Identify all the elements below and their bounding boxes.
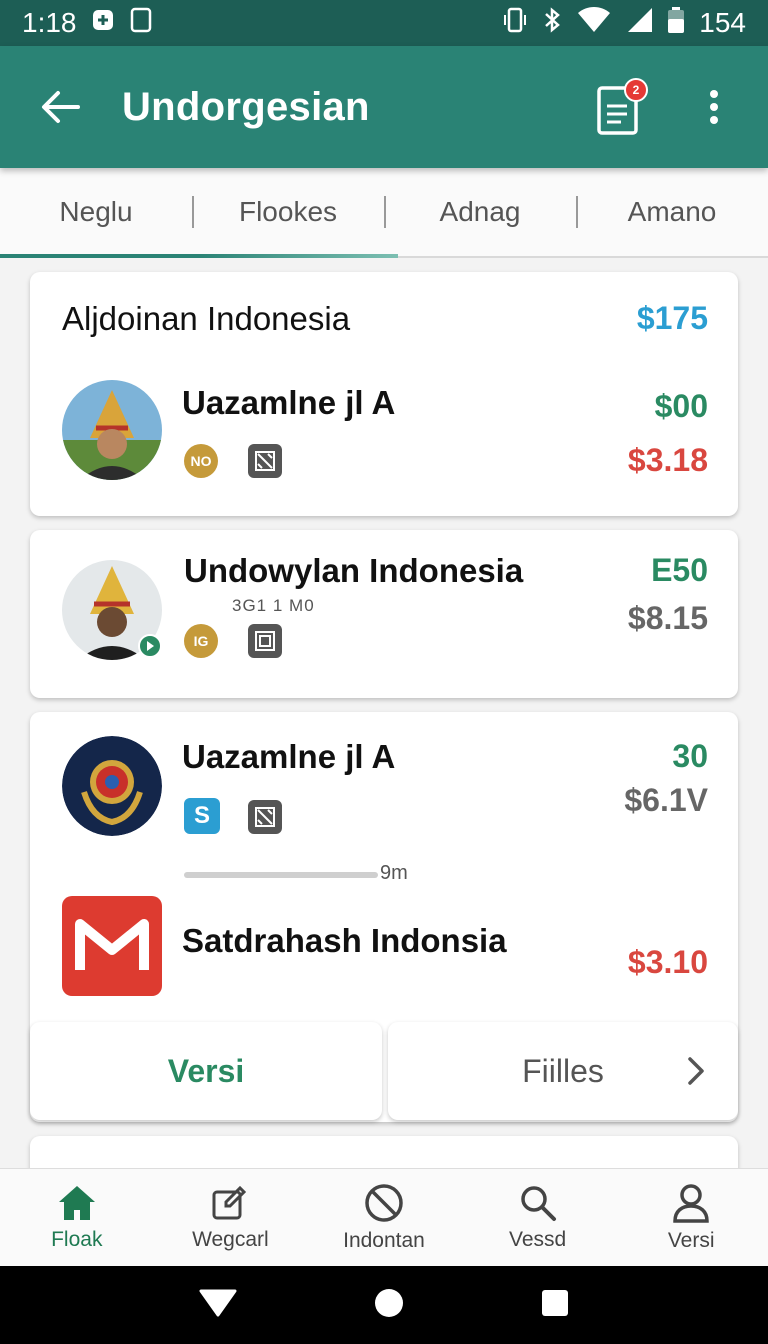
vibrate-icon [503,7,527,40]
notification-icon [91,7,115,39]
nav-vessd[interactable]: Vessd [461,1169,615,1266]
more-vert-icon [710,90,718,124]
tab-indicator [0,254,398,258]
arrow-left-icon [42,91,80,123]
edit-box-icon [212,1185,247,1219]
nav-label: Indontan [343,1228,425,1252]
tab-neglu[interactable]: Neglu [0,168,192,256]
files-button[interactable]: Fiilles [388,1022,738,1120]
broken-image-icon [248,800,282,834]
app-bar: Undorgesian 2 [0,46,768,168]
home-circle-button[interactable] [374,1288,404,1323]
item-price: 30 [672,738,708,774]
nav-label: Floak [51,1227,103,1251]
item-price: E50 [651,552,708,588]
item-name: Uazamlne jl A [182,384,396,421]
card-title: Aljdoinan Indonesia [62,300,351,337]
triangle-back-icon [199,1289,237,1316]
tab-flookes[interactable]: Flookes [192,168,384,256]
listing-card[interactable]: Undowylan Indonesia 3G1 1 M0 IG E50 $8.1… [30,530,738,698]
tab-amano[interactable]: Amano [576,168,768,256]
bluetooth-icon [541,6,563,41]
badge-chip: NO [184,444,218,478]
progress-bar [184,872,378,878]
notification-badge: 2 [624,78,648,102]
bottom-navigation: Floak Wegcarl Indontan Vessd Versi [0,1168,768,1266]
search-icon [520,1185,556,1221]
battery-level: 154 [699,7,746,38]
play-status-icon [138,634,162,658]
card-title-price: $175 [636,300,708,336]
item-price: $00 [654,388,708,424]
emblem-avatar[interactable] [62,736,162,836]
avatar[interactable] [62,380,162,480]
listing-card[interactable]: Aljdoinan Indonesia $175 Uazamlne jl A N… [30,272,738,516]
status-time: 1:18 [22,7,77,38]
block-icon [365,1183,403,1222]
nav-versi[interactable]: Versi [614,1169,768,1266]
system-navigation [0,1266,768,1344]
signal-icon [625,7,653,40]
document-button[interactable]: 2 [592,76,648,136]
item-name: Uazamlne jl A [182,738,396,775]
nav-floak[interactable]: Floak [0,1169,154,1266]
nav-indontan[interactable]: Indontan [307,1169,461,1266]
screenshot-icon [129,7,153,40]
square-recents-icon [542,1289,569,1316]
item-price: $3.10 [627,944,708,980]
broken-image-icon [248,444,282,478]
nav-label: Vessd [508,1227,567,1251]
badge-chip: IG [184,624,218,658]
recents-square-button[interactable] [541,1289,569,1322]
page-title: Undorgesian [122,84,370,129]
tab-bar: Neglu Flookes Adnag Amano [0,168,768,258]
item-subtitle: 3G1 1 M0 [232,596,315,615]
wifi-icon [577,6,611,40]
tab-adnag[interactable]: Adnag [384,168,576,256]
more-options-button[interactable] [694,82,734,132]
files-button-label: Fiilles [522,1052,604,1089]
person-icon [673,1183,709,1223]
home-icon [58,1185,95,1220]
nav-wegcarl[interactable]: Wegcarl [154,1169,308,1266]
battery-icon [667,6,685,41]
item-price-secondary: $3.18 [627,442,708,478]
item-name: Undowylan Indonesia [184,552,524,589]
item-name: Satdrahash Indonsia [182,922,507,959]
frame-icon [248,624,282,658]
chevron-right-icon [688,1057,704,1085]
circle-home-icon [374,1288,403,1317]
back-button[interactable] [30,77,90,137]
item-price-secondary: $8.15 [627,600,708,636]
nav-label: Versi [667,1228,715,1252]
s-app-icon: S [184,798,220,834]
versi-button[interactable]: Versi [30,1022,382,1120]
nav-label: Wegcarl [192,1227,269,1251]
back-triangle-button[interactable] [199,1288,237,1323]
progress-label: 9m [380,862,408,884]
mail-app-icon[interactable] [62,896,162,996]
item-price-secondary: $6.1V [624,782,708,818]
status-bar: 1:18 154 [0,0,768,46]
